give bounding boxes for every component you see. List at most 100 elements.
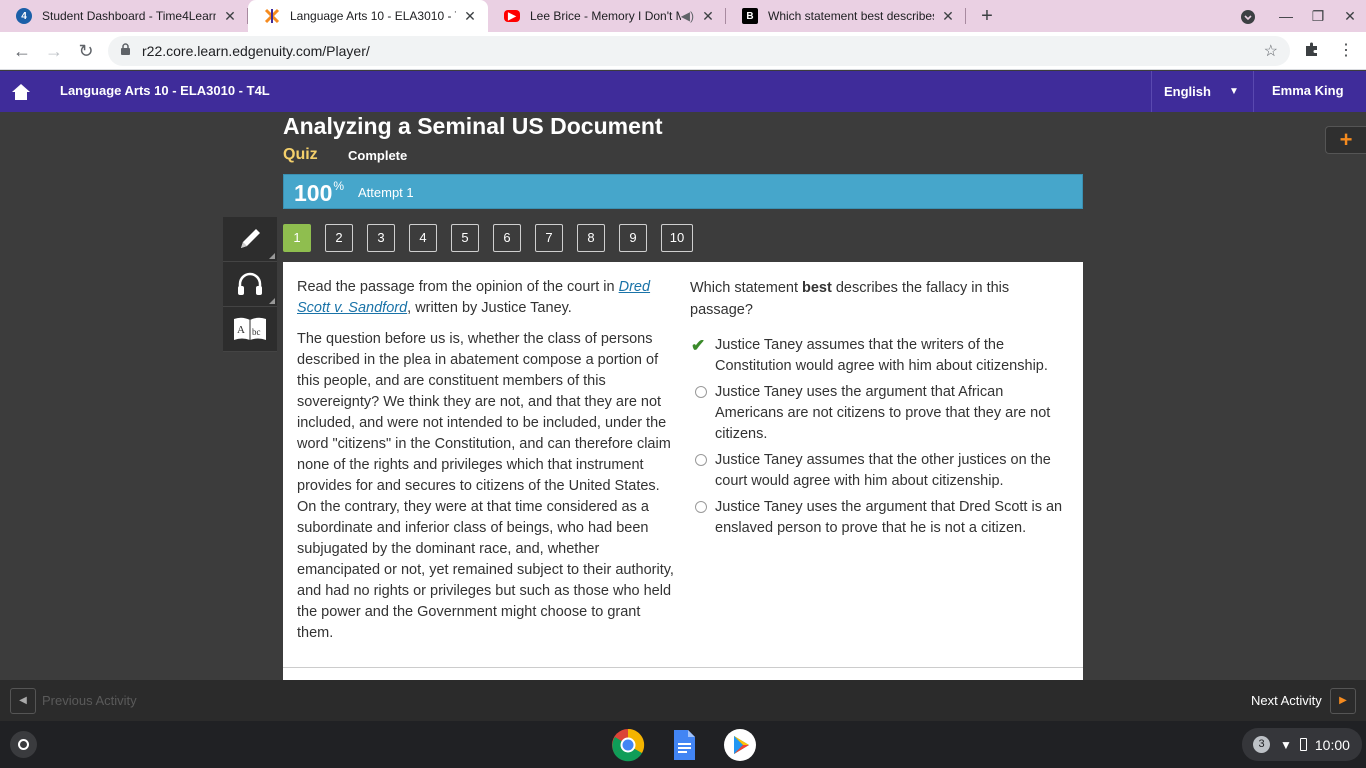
wifi-icon: ▼ bbox=[1280, 737, 1292, 752]
activity-status: Complete bbox=[348, 148, 408, 163]
status-tray[interactable]: 3 ▼ 10:00 bbox=[1242, 728, 1362, 761]
score-number: 100 bbox=[294, 180, 333, 206]
answer-option-text: Justice Taney uses the argument that Afr… bbox=[715, 384, 1051, 442]
headphones-icon bbox=[238, 272, 262, 295]
answer-option-text: Justice Taney assumes that the other jus… bbox=[715, 452, 1051, 489]
restore-icon[interactable]: ❐ bbox=[1302, 0, 1334, 32]
url-text: r22.core.learn.edgenuity.com/Player/ bbox=[142, 43, 370, 59]
passage-intro-suffix: , written by Justice Taney. bbox=[407, 300, 572, 316]
browser-tab-active[interactable]: Language Arts 10 - ELA3010 - T4L ✕ bbox=[248, 0, 488, 32]
attempt-label: Attempt 1 bbox=[358, 185, 414, 200]
browser-tab[interactable]: 4 Student Dashboard - Time4Learning ✕ bbox=[0, 0, 248, 32]
notification-badge: 3 bbox=[1253, 736, 1270, 753]
tab-title: Lee Brice - Memory I Don't Mess With bbox=[530, 9, 681, 23]
close-tab-icon[interactable]: ✕ bbox=[700, 8, 716, 25]
tab-title: Which statement best describes bbox=[768, 9, 934, 23]
activity-footer: ◀ Previous Activity Next Activity ▶ bbox=[0, 680, 1366, 721]
close-tab-icon[interactable]: ✕ bbox=[462, 8, 478, 25]
edgenuity-icon bbox=[264, 8, 280, 24]
question-navigator: 1 2 3 4 5 6 7 8 9 10 bbox=[283, 224, 707, 252]
window-close-icon[interactable]: ✕ bbox=[1334, 0, 1366, 32]
expand-plus-button[interactable]: + bbox=[1325, 126, 1366, 154]
minimize-icon[interactable]: — bbox=[1270, 0, 1302, 32]
tab-separator bbox=[965, 8, 966, 24]
question-button[interactable]: 3 bbox=[367, 224, 395, 252]
youtube-icon: ▶ bbox=[504, 10, 520, 22]
question-button[interactable]: 6 bbox=[493, 224, 521, 252]
question-button[interactable]: 5 bbox=[451, 224, 479, 252]
question-button[interactable]: 8 bbox=[577, 224, 605, 252]
question-button[interactable]: 4 bbox=[409, 224, 437, 252]
address-bar[interactable]: r22.core.learn.edgenuity.com/Player/ ☆ bbox=[108, 36, 1290, 66]
question-button[interactable]: 2 bbox=[325, 224, 353, 252]
new-tab-button[interactable]: + bbox=[976, 5, 998, 27]
question-block: Which statement best describes the falla… bbox=[690, 277, 1070, 542]
google-docs-app-icon[interactable] bbox=[667, 728, 701, 762]
muted-speaker-icon[interactable]: ◀) bbox=[681, 9, 694, 23]
course-title: Language Arts 10 - ELA3010 - T4L bbox=[60, 83, 270, 98]
browser-tab[interactable]: B Which statement best describes ✕ bbox=[726, 0, 966, 32]
browser-tab-strip: 4 Student Dashboard - Time4Learning ✕ La… bbox=[0, 0, 1366, 32]
pencil-icon bbox=[241, 229, 260, 248]
checkmark-icon: ✔ bbox=[691, 336, 706, 355]
user-menu[interactable]: Emma King bbox=[1272, 83, 1344, 98]
close-tab-icon[interactable]: ✕ bbox=[940, 8, 956, 25]
clock: 10:00 bbox=[1314, 736, 1350, 753]
answer-option[interactable]: Justice Taney uses the argument that Dre… bbox=[690, 497, 1070, 539]
question-button-current[interactable]: 1 bbox=[283, 224, 311, 252]
tab-title: Language Arts 10 - ELA3010 - T4L bbox=[290, 9, 456, 23]
course-header: Language Arts 10 - ELA3010 - T4L English… bbox=[0, 71, 1366, 112]
brainly-icon: B bbox=[742, 8, 758, 24]
next-activity-button[interactable]: ▶ bbox=[1330, 688, 1356, 714]
passage-body: The question before us is, whether the c… bbox=[297, 331, 674, 641]
tab-title: Student Dashboard - Time4Learning bbox=[42, 9, 216, 23]
pencil-tool-button[interactable] bbox=[223, 217, 277, 262]
back-icon[interactable]: ← bbox=[10, 39, 34, 63]
tool-menu-corner bbox=[269, 298, 275, 304]
radio-button[interactable] bbox=[695, 454, 707, 466]
question-button[interactable]: 10 bbox=[661, 224, 693, 252]
chrome-app-icon[interactable] bbox=[611, 728, 645, 768]
question-button[interactable]: 9 bbox=[619, 224, 647, 252]
tab-search-icon[interactable] bbox=[1232, 0, 1264, 32]
question-prompt: Which statement best describes the falla… bbox=[690, 277, 1070, 321]
browser-tab[interactable]: ▶ Lee Brice - Memory I Don't Mess With ◀… bbox=[488, 0, 726, 32]
passage-intro-prefix: Read the passage from the opinion of the… bbox=[297, 279, 619, 295]
radio-button[interactable] bbox=[695, 386, 707, 398]
launcher-icon bbox=[18, 739, 29, 750]
home-button[interactable] bbox=[0, 71, 42, 112]
answer-option-selected[interactable]: ✔ Justice Taney assumes that the writers… bbox=[690, 335, 1070, 377]
reload-icon[interactable]: ↻ bbox=[74, 39, 98, 63]
battery-icon bbox=[1299, 738, 1307, 751]
next-activity-label[interactable]: Next Activity bbox=[1251, 693, 1322, 708]
answer-option[interactable]: Justice Taney assumes that the other jus… bbox=[690, 450, 1070, 492]
activity-type: Quiz bbox=[283, 146, 318, 163]
previous-activity-label[interactable]: Previous Activity bbox=[42, 693, 137, 708]
extensions-puzzle-icon[interactable] bbox=[1302, 41, 1322, 61]
answer-option[interactable]: Justice Taney uses the argument that Afr… bbox=[690, 382, 1070, 445]
answer-option-text: Justice Taney assumes that the writers o… bbox=[715, 337, 1048, 374]
play-store-app-icon[interactable] bbox=[723, 728, 757, 762]
time4learning-icon: 4 bbox=[16, 8, 32, 24]
language-label: English bbox=[1164, 84, 1211, 99]
close-tab-icon[interactable]: ✕ bbox=[222, 8, 238, 25]
prompt-bold: best bbox=[802, 280, 832, 296]
svg-text:A: A bbox=[237, 324, 245, 336]
question-button[interactable]: 7 bbox=[535, 224, 563, 252]
browser-menu-icon[interactable]: ⋮ bbox=[1336, 41, 1356, 61]
launcher-button[interactable] bbox=[10, 731, 37, 758]
previous-activity-button[interactable]: ◀ bbox=[10, 688, 36, 714]
answer-option-text: Justice Taney uses the argument that Dre… bbox=[715, 499, 1063, 536]
read-aloud-tool-button[interactable] bbox=[223, 262, 277, 307]
score-value: 100% bbox=[294, 179, 344, 207]
dictionary-tool-button[interactable]: Abc bbox=[223, 307, 277, 352]
bookmark-star-icon[interactable]: ☆ bbox=[1264, 41, 1278, 61]
browser-toolbar: ← → ↻ r22.core.learn.edgenuity.com/Playe… bbox=[0, 32, 1366, 70]
lock-icon[interactable] bbox=[120, 43, 134, 59]
radio-button[interactable] bbox=[695, 501, 707, 513]
prompt-prefix: Which statement bbox=[690, 280, 803, 296]
tool-menu-corner bbox=[269, 253, 275, 259]
forward-icon[interactable]: → bbox=[42, 39, 66, 63]
language-select[interactable]: English ▼ bbox=[1151, 71, 1254, 112]
activity-title: Analyzing a Seminal US Document bbox=[283, 113, 663, 139]
